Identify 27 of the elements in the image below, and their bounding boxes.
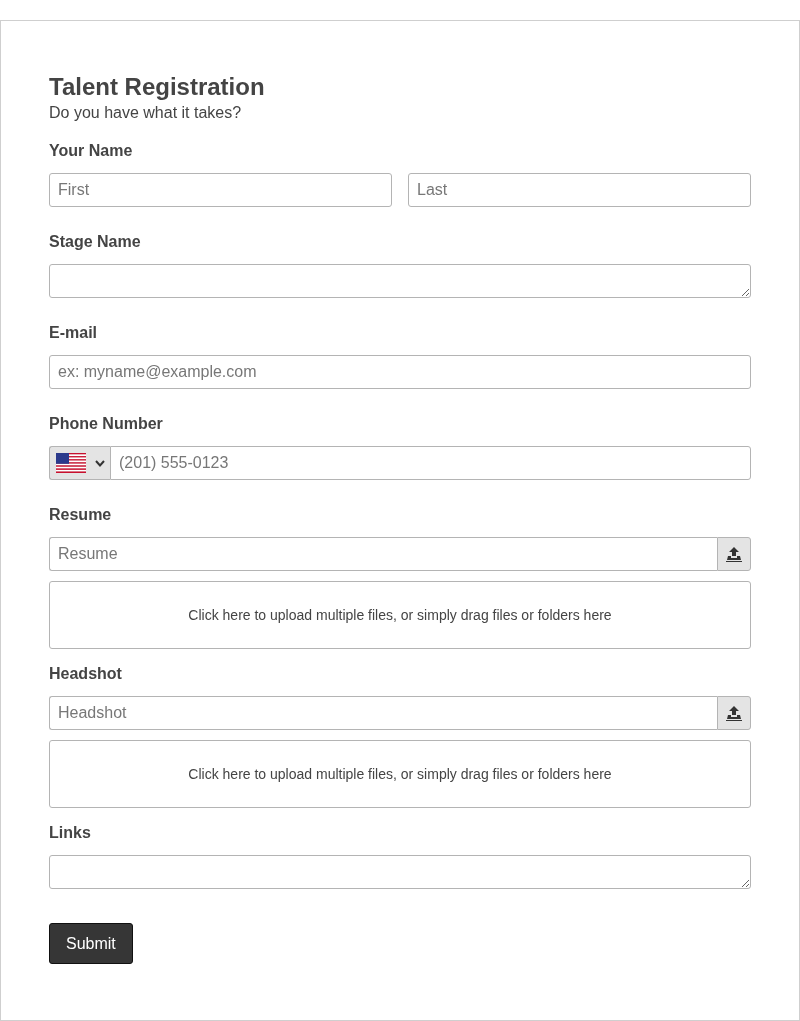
upload-icon [726,546,742,562]
textarea-field[interactable] [49,264,751,298]
text-input[interactable]: Last [408,173,751,207]
field-label: Links [49,823,91,843]
email-input[interactable]: ex: myname@example.com [49,355,751,389]
country-select[interactable] [49,446,110,480]
upload-icon [726,705,742,721]
flag-icon [56,453,86,473]
file-input[interactable]: Resume [49,537,717,571]
field-label: Phone Number [49,414,163,434]
field-label: Your Name [49,141,133,161]
field-label: Headshot [49,664,122,684]
file-input[interactable]: Headshot [49,696,717,730]
phone-input[interactable]: (201) 555-0123 [110,446,751,480]
field-label: Resume [49,505,112,525]
form-subtitle: Do you have what it takes? [49,103,242,123]
caret-icon [95,459,105,467]
field-label: Stage Name [49,232,141,252]
upload-dropzone[interactable]: Click here to upload multiple files, or simply drag files or folders here [49,740,751,808]
textarea-field[interactable] [49,855,751,889]
upload-dropzone[interactable]: Click here to upload multiple files, or simply drag files or folders here [49,581,751,649]
field-label: E-mail [49,323,97,343]
submit-button[interactable]: Submit [49,923,133,964]
form-title: Talent Registration [49,72,265,102]
upload-button[interactable] [717,537,751,571]
upload-button[interactable] [717,696,751,730]
text-input[interactable]: First [49,173,392,207]
